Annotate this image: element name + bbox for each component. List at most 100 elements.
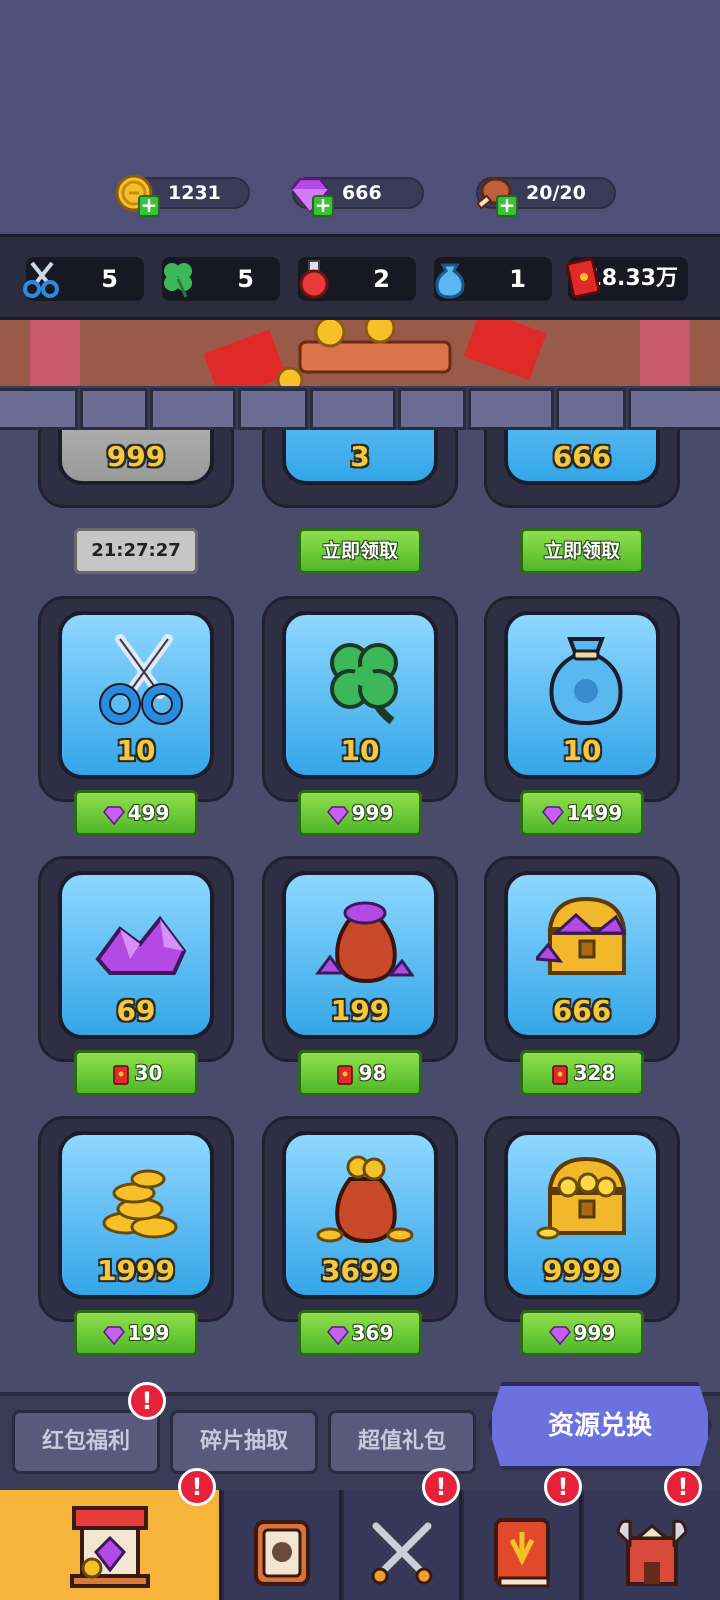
item-red-envelope[interactable]: 18.33万 (565, 257, 688, 301)
top-area: + 1231 + 666 + 20/20 (0, 0, 720, 232)
scissors-icon (23, 261, 59, 298)
red-envelope-icon (565, 257, 601, 299)
shop-card-coin-pile[interactable]: 1999 (38, 1116, 234, 1322)
gold-value: 1231 (168, 182, 221, 204)
banner-art (0, 320, 720, 390)
nav-book[interactable] (464, 1490, 582, 1600)
buy-button[interactable]: 328 (520, 1050, 644, 1096)
book-icon (493, 1518, 550, 1588)
card-amount: 9999 (543, 1254, 621, 1287)
energy-value: 20/20 (526, 182, 586, 204)
diamond-value: 666 (342, 182, 382, 204)
clover-icon (164, 263, 192, 298)
energy-currency[interactable]: + 20/20 (476, 177, 616, 217)
clover-icon (330, 643, 398, 725)
nav-battle-alert-badge: ! (422, 1468, 460, 1506)
clover-count: 5 (237, 265, 254, 293)
shop-card-gem-pile[interactable]: 69 (38, 856, 234, 1062)
gold-currency[interactable]: + 1231 (115, 174, 250, 217)
shop-grid: 999 3 666 21:27:27 立即领取 立即领取 10 10 10 49… (0, 430, 720, 1390)
item-bag[interactable]: 1 (434, 257, 552, 301)
potion-count: 2 (373, 265, 390, 293)
buy-button[interactable]: 98 (298, 1050, 422, 1096)
shop-card-bag[interactable]: 10 (484, 596, 680, 802)
shop-card[interactable]: 666 (484, 430, 680, 508)
price-label: 1499 (566, 801, 623, 825)
bag-count: 1 (509, 265, 526, 293)
shop-card-gem-sack[interactable]: 199 (262, 856, 458, 1062)
card-amount: 3 (350, 440, 370, 473)
nav-battle[interactable] (344, 1490, 462, 1600)
buy-button[interactable]: 999 (520, 1310, 644, 1356)
shop-card-coin-chest[interactable]: 9999 (484, 1116, 680, 1322)
item-bar: 5 5 2 1 18.33万 (0, 234, 720, 320)
gem-chest-icon (536, 896, 627, 975)
card-amount: 10 (116, 734, 156, 767)
buy-button[interactable]: 30 (74, 1050, 198, 1096)
banner (0, 320, 720, 390)
card-amount: 10 (340, 734, 380, 767)
diamond-icon (326, 805, 349, 825)
card-amount: 10 (562, 734, 602, 767)
card-amount: 3699 (321, 1254, 399, 1287)
shop-card-gem-chest[interactable]: 666 (484, 856, 680, 1062)
buy-button[interactable]: 1499 (520, 790, 644, 836)
nav-shop-alert-badge: ! (178, 1468, 216, 1506)
buy-button[interactable]: 999 (298, 790, 422, 836)
item-potion[interactable]: 2 (298, 257, 416, 301)
buy-button[interactable]: 199 (74, 1310, 198, 1356)
nav-shop[interactable] (0, 1490, 222, 1600)
shop-icon (69, 1506, 150, 1588)
diamond-icon (102, 805, 125, 825)
shop-card[interactable]: 999 (38, 430, 234, 508)
cards-icon (253, 1520, 310, 1586)
card-amount: 199 (330, 994, 390, 1027)
diamond-icon (541, 805, 564, 825)
gem-pile-icon (95, 915, 187, 975)
card-amount: 666 (552, 994, 612, 1027)
coin-pile-icon (102, 1169, 178, 1239)
diamond-icon (326, 1325, 349, 1345)
add-gold-button[interactable]: + (138, 195, 160, 217)
shop-card-scissors[interactable]: 10 (38, 596, 234, 802)
price-label: 369 (351, 1321, 394, 1345)
shop-card[interactable]: 3 (262, 430, 458, 508)
red-envelope-icon (336, 1064, 353, 1085)
add-diamond-button[interactable]: + (312, 195, 334, 217)
item-clover[interactable]: 5 (162, 257, 280, 301)
card-amount: 666 (552, 440, 612, 473)
card-amount: 999 (106, 440, 166, 473)
gem-sack-icon (315, 901, 414, 984)
diamond-currency[interactable]: + 666 (290, 177, 424, 217)
tab-fragment-draw[interactable]: 碎片抽取 (170, 1410, 318, 1474)
cooldown-timer: 21:27:27 (74, 528, 198, 574)
item-scissors[interactable]: 5 (23, 257, 144, 301)
claim-now-button[interactable]: 立即领取 (298, 528, 422, 574)
buy-button[interactable]: 369 (298, 1310, 422, 1356)
swords-icon (369, 1520, 434, 1585)
price-label: 499 (127, 801, 170, 825)
diamond-icon (102, 1325, 125, 1345)
nav-castle[interactable] (584, 1490, 720, 1600)
price-label: 999 (351, 801, 394, 825)
claim-now-button[interactable]: 立即领取 (520, 528, 644, 574)
tab-resource-exchange[interactable]: 资源兑换 (488, 1382, 712, 1470)
buy-button[interactable]: 499 (74, 790, 198, 836)
tab-bar: 红包福利 ! 碎片抽取 超值礼包 资源兑换 (0, 1382, 720, 1492)
castle-icon (616, 1519, 688, 1586)
shop-card-coin-sack[interactable]: 3699 (262, 1116, 458, 1322)
tab-value-packs[interactable]: 超值礼包 (328, 1410, 476, 1474)
bag-icon (435, 263, 465, 299)
add-energy-button[interactable]: + (496, 195, 518, 217)
nav-castle-alert-badge: ! (664, 1468, 702, 1506)
coin-chest-icon (536, 1156, 627, 1240)
shop-card-clover[interactable]: 10 (262, 596, 458, 802)
nav-cards[interactable] (224, 1490, 342, 1600)
brick-wall (0, 386, 720, 434)
red-envelope-icon (112, 1064, 129, 1085)
price-label: 98 (358, 1061, 387, 1085)
scissors-icon (99, 634, 183, 725)
card-amount: 1999 (97, 1254, 175, 1287)
potion-icon (299, 260, 329, 299)
tab-red-packet-benefits[interactable]: 红包福利 (12, 1410, 160, 1474)
